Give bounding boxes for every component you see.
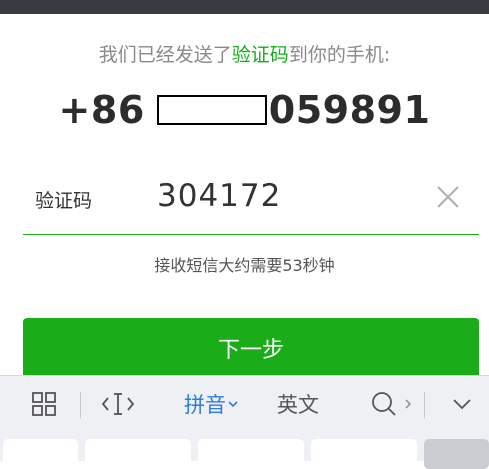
keyboard-key[interactable] — [85, 439, 191, 469]
keyboard-key[interactable] — [311, 439, 417, 469]
keyboard-key[interactable] — [3, 439, 78, 469]
phone-redaction-box — [156, 95, 267, 125]
english-label: 英文 — [277, 393, 319, 417]
keyboard-key[interactable] — [198, 439, 304, 469]
verification-code-field[interactable]: 验证码 304172 — [23, 168, 479, 235]
keyboard-key[interactable] — [424, 439, 489, 469]
collapse-keyboard-icon[interactable] — [446, 388, 478, 420]
country-code: +86 — [58, 88, 145, 132]
code-field-label: 验证码 — [35, 190, 93, 212]
key-row — [0, 439, 489, 469]
code-input[interactable]: 304172 — [157, 178, 281, 214]
phone-suffix: 059891 — [268, 88, 431, 132]
ime-keyboard: 拼音 英文 — [0, 375, 489, 469]
pinyin-mode-button[interactable]: 拼音 — [176, 388, 246, 420]
pinyin-label: 拼音 — [184, 393, 226, 417]
notice-highlight: 验证码 — [231, 44, 289, 66]
phone-number: +86 059891 — [0, 88, 489, 132]
grid-menu-icon[interactable] — [28, 388, 60, 420]
chevron-down-icon — [228, 397, 238, 411]
sms-sent-notice: 我们已经发送了验证码到你的手机: — [0, 40, 489, 67]
keyboard-toolbar: 拼音 英文 — [0, 376, 489, 434]
sms-wait-hint: 接收短信大约需要53秒钟 — [154, 256, 335, 275]
clear-icon[interactable] — [435, 184, 461, 210]
notice-suffix: 到你的手机: — [288, 44, 391, 66]
toolbar-divider — [80, 392, 81, 418]
search-icon[interactable] — [366, 388, 418, 420]
toolbar-divider — [424, 392, 425, 418]
english-mode-button[interactable]: 英文 — [268, 388, 328, 420]
status-bar — [0, 0, 489, 14]
notice-prefix: 我们已经发送了 — [98, 44, 232, 66]
cursor-move-icon[interactable] — [100, 388, 136, 420]
